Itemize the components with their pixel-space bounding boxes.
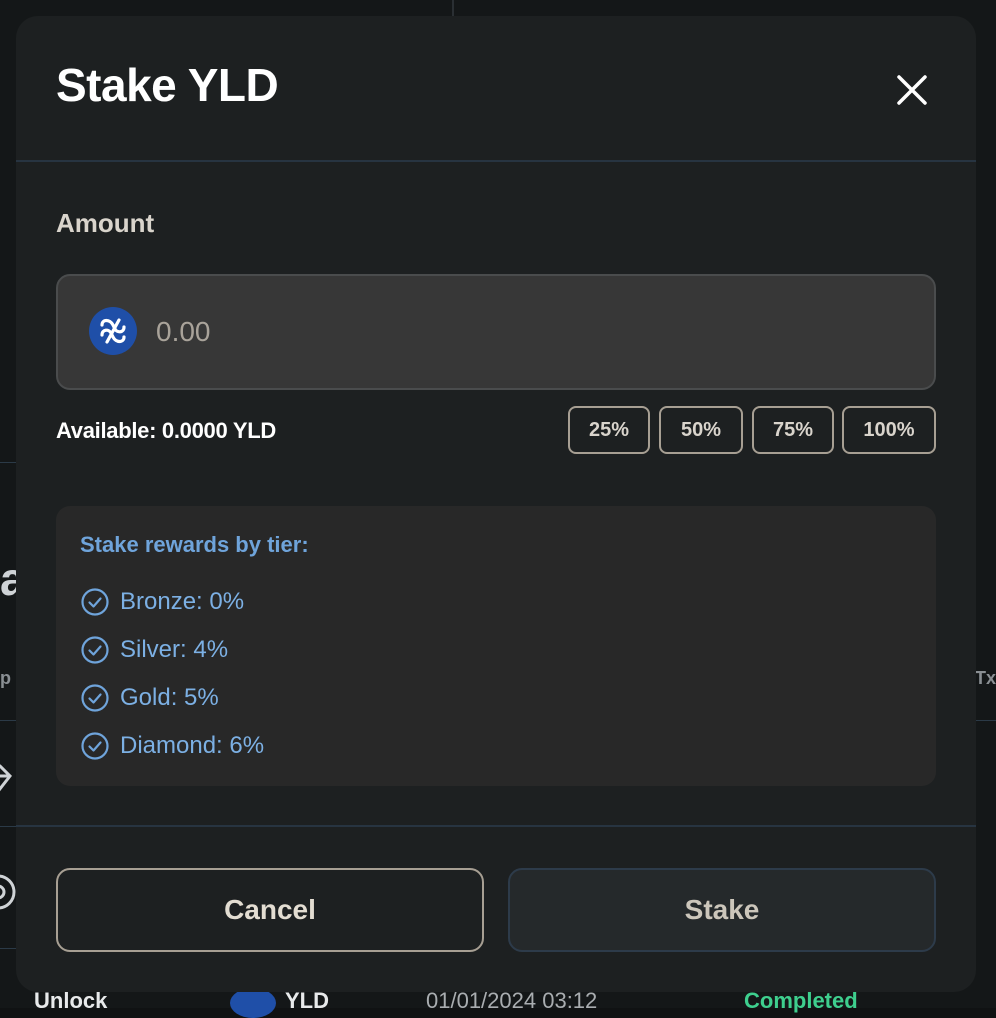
tier-label: Silver: 4%: [120, 636, 228, 664]
percent-50-button[interactable]: 50%: [659, 406, 743, 454]
available-balance: Available: 0.0000 YLD: [56, 418, 276, 444]
modal-header: Stake YLD: [16, 16, 976, 162]
background-column-header: p: [0, 668, 11, 689]
stake-modal: Stake YLD Amount Available: 0.0000 YLD 2…: [16, 16, 976, 992]
amount-field: [56, 274, 936, 390]
background-column-header-tx: Tx: [975, 668, 996, 689]
percent-25-button[interactable]: 25%: [568, 406, 650, 454]
yld-token-icon: [230, 988, 276, 1018]
modal-title: Stake YLD: [56, 58, 278, 112]
background-divider: [0, 720, 16, 721]
tier-label: Gold: 5%: [120, 684, 219, 712]
tier-label: Bronze: 0%: [120, 588, 244, 616]
amount-label: Amount: [56, 208, 154, 239]
tier-label: Diamond: 6%: [120, 732, 264, 760]
rewards-panel: Stake rewards by tier: Bronze: 0% Silver…: [56, 506, 936, 786]
tier-item: Gold: 5%: [80, 682, 219, 714]
check-circle-icon: [80, 683, 110, 713]
background-divider: [0, 948, 16, 949]
footer-divider: [16, 825, 976, 827]
tier-item: Silver: 4%: [80, 634, 228, 666]
amount-input[interactable]: [154, 304, 898, 360]
tier-item: Bronze: 0%: [80, 586, 244, 618]
check-circle-icon: [80, 731, 110, 761]
background-divider: [0, 462, 16, 463]
background-divider: [0, 826, 16, 827]
background-divider: [975, 720, 996, 721]
check-circle-icon: [80, 587, 110, 617]
close-button[interactable]: [890, 68, 934, 112]
cancel-button[interactable]: Cancel: [56, 868, 484, 952]
rewards-title: Stake rewards by tier:: [80, 532, 309, 558]
close-icon: [895, 73, 929, 107]
yld-token-icon: [88, 306, 138, 356]
percent-75-button[interactable]: 75%: [752, 406, 834, 454]
check-circle-icon: [80, 635, 110, 665]
stake-button[interactable]: Stake: [508, 868, 936, 952]
background-divider: [452, 0, 454, 16]
tier-item: Diamond: 6%: [80, 730, 264, 762]
percent-100-button[interactable]: 100%: [842, 406, 936, 454]
